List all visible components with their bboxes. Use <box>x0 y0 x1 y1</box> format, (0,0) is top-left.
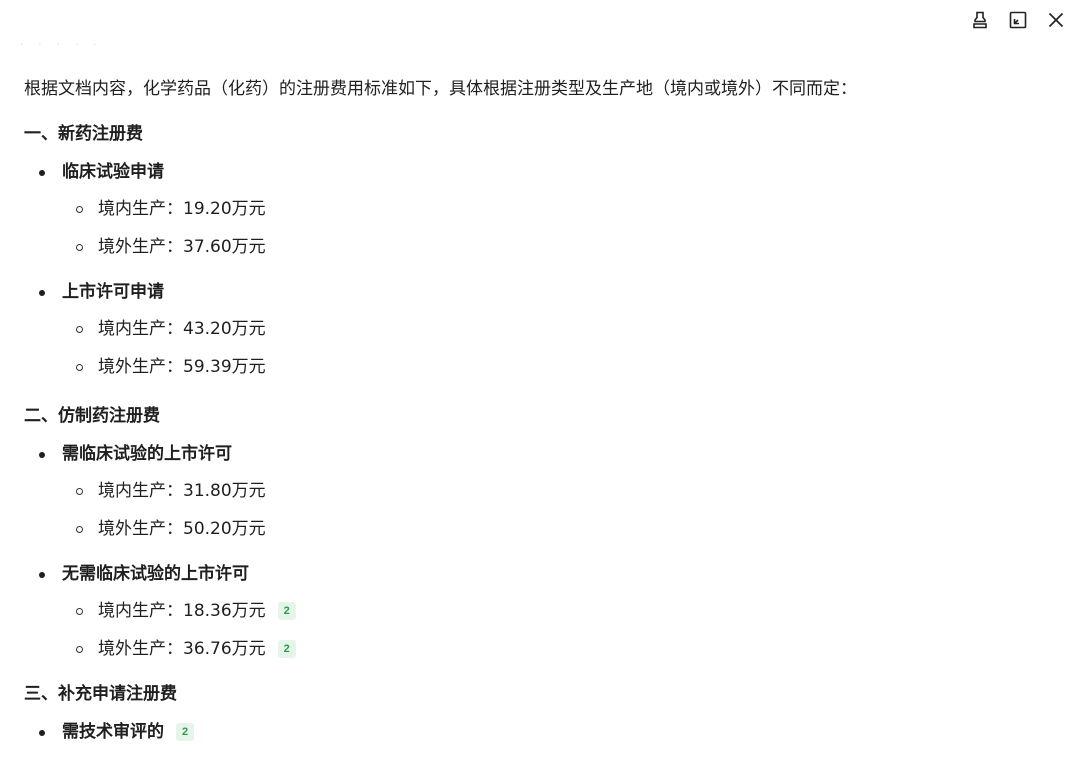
list-item: 需临床试验的上市许可 <box>24 442 1060 466</box>
faint-header-text: · · · · · <box>20 40 103 51</box>
list-item-row: 需技术审评的 2 <box>62 720 194 744</box>
sub-list-item-text: 境外生产：36.76万元 <box>98 639 266 659</box>
section-title: 一、新药注册费 <box>24 124 143 144</box>
section-title: 三、补充申请注册费 <box>24 684 177 704</box>
sub-list-item-text: 境内生产：18.36万元 <box>98 601 266 621</box>
sub-list: 境内生产：18.36万元 2 境外生产：36.76万元 2 <box>24 592 1060 668</box>
sub-list-item: 境内生产：19.20万元 <box>24 190 1060 228</box>
close-icon <box>1046 10 1066 30</box>
section: 三、补充申请注册费需技术审评的 2 <box>24 682 1060 744</box>
citation-badge[interactable]: 2 <box>176 723 194 741</box>
sub-list-item-text: 境外生产：37.60万元 <box>98 237 266 257</box>
sub-list-item-text: 境内生产：31.80万元 <box>98 481 266 501</box>
pin-button[interactable] <box>964 4 996 36</box>
section-title: 二、仿制药注册费 <box>24 406 160 426</box>
close-button[interactable] <box>1040 4 1072 36</box>
list-item-label: 需临床试验的上市许可 <box>62 444 232 464</box>
sub-list: 境内生产：43.20万元 境外生产：59.39万元 <box>24 310 1060 386</box>
sub-list-item: 境内生产：43.20万元 <box>24 310 1060 348</box>
list-item: 需技术审评的 2 <box>24 720 1060 744</box>
list-item-row: 无需临床试验的上市许可 <box>62 562 249 586</box>
intro-text: 根据文档内容，化学药品（化药）的注册费用标准如下，具体根据注册类型及生产地（境内… <box>24 79 857 99</box>
sub-list-item-text: 境内生产：43.20万元 <box>98 319 266 339</box>
sub-list-item: 境外生产：50.20万元 <box>24 510 1060 548</box>
list-item-label: 临床试验申请 <box>62 162 164 182</box>
sub-list-item-text: 境外生产：59.39万元 <box>98 357 266 377</box>
toolbar <box>964 4 1072 36</box>
list-item: 临床试验申请 <box>24 160 1060 184</box>
citation-badge[interactable]: 2 <box>277 602 296 620</box>
sub-list-item-text: 境外生产：50.20万元 <box>98 519 266 539</box>
list-item-label: 上市许可申请 <box>62 282 164 302</box>
sub-list-item: 境外生产：59.39万元 <box>24 348 1060 386</box>
list-item: 上市许可申请 <box>24 280 1060 304</box>
section: 二、仿制药注册费需临床试验的上市许可境内生产：31.80万元 境外生产：50.20… <box>24 404 1060 668</box>
expand-button[interactable] <box>1002 4 1034 36</box>
sections-container: 一、新药注册费临床试验申请境内生产：19.20万元 境外生产：37.60万元上市许… <box>24 122 1060 744</box>
sub-list-item: 境外生产：36.76万元 2 <box>24 630 1060 668</box>
list-item: 无需临床试验的上市许可 <box>24 562 1060 586</box>
pin-icon <box>970 10 990 30</box>
citation-badge[interactable]: 2 <box>277 640 296 658</box>
sub-list-item: 境内生产：18.36万元 2 <box>24 592 1060 630</box>
expand-icon <box>1008 10 1028 30</box>
list-item-row: 需临床试验的上市许可 <box>62 442 232 466</box>
list-item-row: 上市许可申请 <box>62 280 164 304</box>
list-item-label: 需技术审评的 <box>62 722 164 742</box>
section: 一、新药注册费临床试验申请境内生产：19.20万元 境外生产：37.60万元上市许… <box>24 122 1060 386</box>
answer-content: 根据文档内容，化学药品（化药）的注册费用标准如下，具体根据注册类型及生产地（境内… <box>24 74 1060 758</box>
sub-list-item: 境外生产：37.60万元 <box>24 228 1060 266</box>
sub-list: 境内生产：31.80万元 境外生产：50.20万元 <box>24 472 1060 548</box>
sub-list-item-text: 境内生产：19.20万元 <box>98 199 266 219</box>
list-item-label: 无需临床试验的上市许可 <box>62 564 249 584</box>
list-item-row: 临床试验申请 <box>62 160 164 184</box>
sub-list: 境内生产：19.20万元 境外生产：37.60万元 <box>24 190 1060 266</box>
sub-list-item: 境内生产：31.80万元 <box>24 472 1060 510</box>
